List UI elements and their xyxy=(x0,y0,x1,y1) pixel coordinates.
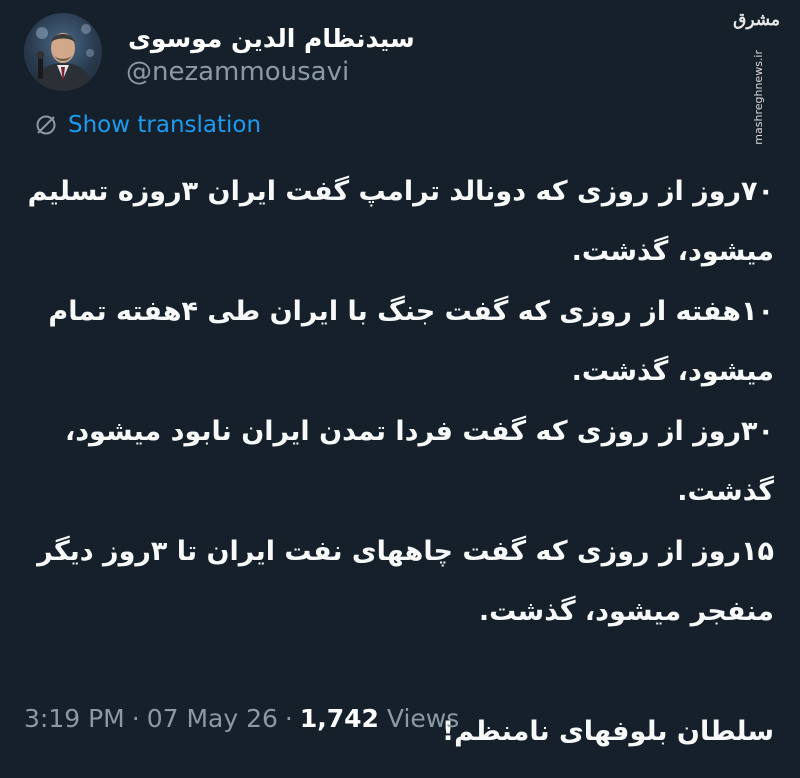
watermark-url: mashreghnews.ir xyxy=(752,50,765,145)
tweet-paragraph: ۱۰هفته از روزی که گفت جنگ با ایران طی ۴ه… xyxy=(48,296,774,387)
globe-translate-icon xyxy=(34,113,58,137)
portrait-avatar-icon xyxy=(32,24,94,91)
tweet-paragraph: ۱۵روز از روزی که گفت چاههای نفت ایران تا… xyxy=(37,536,774,627)
meta-separator: · xyxy=(131,703,140,733)
tweet-text: ۷۰روز از روزی که دونالد ترامپ گفت ایران … xyxy=(22,162,774,762)
tweet-paragraph: ۷۰روز از روزی که دونالد ترامپ گفت ایران … xyxy=(27,176,774,267)
tweet-meta: 3:19 PM · 07 May 26 · 1,742 Views xyxy=(24,700,459,736)
author-avatar[interactable] xyxy=(24,13,102,91)
show-translation-button[interactable]: Show translation xyxy=(34,110,261,140)
mashregh-watermark: مشرق mashreghnews.ir xyxy=(733,10,782,145)
tweet-date[interactable]: 07 May 26 xyxy=(147,704,278,733)
tweet-time[interactable]: 3:19 PM xyxy=(24,704,125,733)
meta-separator: · xyxy=(284,703,293,733)
author-display-name[interactable]: سیدنظام الدین موسوی xyxy=(128,24,415,54)
author-handle[interactable]: @nezammousavi xyxy=(126,56,349,88)
views-label[interactable]: Views xyxy=(387,704,459,733)
views-count[interactable]: 1,742 xyxy=(300,704,379,733)
tweet-paragraph: ۳۰روز از روزی که گفت فردا تمدن ایران ناب… xyxy=(64,416,774,507)
watermark-logo: مشرق xyxy=(733,10,780,30)
show-translation-label: Show translation xyxy=(68,112,262,138)
